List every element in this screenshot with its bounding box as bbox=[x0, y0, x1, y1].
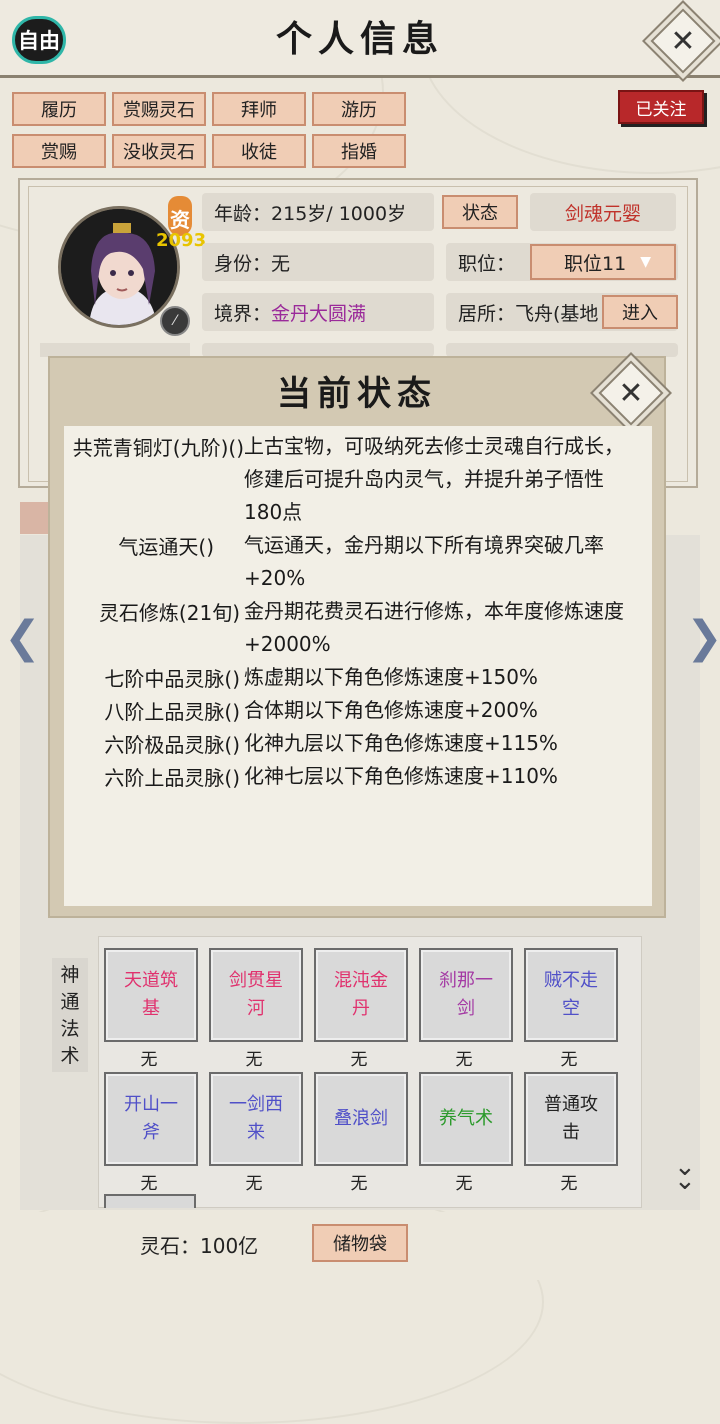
sword-icon[interactable]: ⁄ bbox=[160, 306, 190, 336]
close-icon: ✕ bbox=[670, 23, 696, 59]
status-name: 灵石修炼(21旬) bbox=[98, 601, 240, 625]
storage-bag-button[interactable]: 储物袋 bbox=[312, 1224, 408, 1262]
skill-button[interactable]: 天道筑基 bbox=[104, 948, 198, 1042]
skill-button[interactable]: 贼不走空 bbox=[524, 948, 618, 1042]
chevron-double-down-icon[interactable]: ⌄ ⌄ bbox=[674, 1154, 696, 1194]
identity-label: 身份： bbox=[214, 252, 272, 275]
arrange-marriage-button[interactable]: 指婚 bbox=[312, 134, 406, 168]
status-button[interactable]: 状态 bbox=[442, 195, 518, 229]
modal-title: 当前状态 bbox=[277, 374, 437, 414]
status-desc: 合体期以下角色修炼速度+200% bbox=[244, 698, 538, 722]
status-desc: 气运通天，金丹期以下所有境界突破几率+20% bbox=[244, 533, 604, 590]
status-name: 六阶上品灵脉() bbox=[104, 766, 240, 790]
modal-close-button[interactable]: ✕ bbox=[598, 360, 664, 426]
enter-button[interactable]: 进入 bbox=[602, 295, 678, 329]
chevron-down-icon: ▼ bbox=[640, 254, 651, 270]
hidden-tab[interactable] bbox=[20, 502, 50, 534]
skill-level: 无 bbox=[245, 1174, 263, 1194]
take-disciple-button[interactable]: 收徒 bbox=[212, 134, 306, 168]
skill-level: 无 bbox=[350, 1174, 368, 1194]
status-name: 七阶中品灵脉() bbox=[104, 667, 240, 691]
skill-button[interactable]: 养气术 bbox=[419, 1072, 513, 1166]
skill-button[interactable]: 剑贯星河 bbox=[209, 948, 303, 1042]
status-name: 六阶极品灵脉() bbox=[104, 733, 240, 757]
skill-level: 无 bbox=[140, 1050, 158, 1070]
skill-button[interactable] bbox=[104, 1194, 196, 1208]
skill-level: 无 bbox=[350, 1050, 368, 1070]
realm-label: 境界： bbox=[214, 302, 272, 325]
travel-button[interactable]: 游历 bbox=[312, 92, 406, 126]
identity-value: 无 bbox=[271, 252, 291, 275]
status-desc: 化神九层以下角色修炼速度+115% bbox=[244, 731, 558, 755]
skill-level: 无 bbox=[140, 1174, 158, 1194]
realm-value: 金丹大圆满 bbox=[271, 302, 367, 325]
hidden-field bbox=[40, 343, 190, 357]
confiscate-stones-button[interactable]: 没收灵石 bbox=[112, 134, 206, 168]
status-name: 八阶上品灵脉() bbox=[104, 700, 240, 724]
arrow-right-icon[interactable]: ❯ bbox=[686, 612, 720, 663]
position-value: 职位11 bbox=[564, 252, 627, 275]
skill-button[interactable]: 普通攻击 bbox=[524, 1072, 618, 1166]
status-name: 气运通天() bbox=[118, 535, 214, 559]
aptitude-value: 2093 bbox=[156, 230, 207, 251]
resume-button[interactable]: 履历 bbox=[12, 92, 106, 126]
residence-label: 居所： bbox=[458, 302, 516, 325]
skill-level: 无 bbox=[560, 1050, 578, 1070]
skill-button[interactable]: 开山一斧 bbox=[104, 1072, 198, 1166]
title-badge: 剑魂元婴 bbox=[530, 193, 676, 231]
position-dropdown[interactable]: 职位11 ▼ bbox=[530, 244, 676, 280]
hidden-field bbox=[446, 343, 678, 357]
close-icon: ✕ bbox=[618, 375, 644, 411]
skill-button[interactable]: 叠浪剑 bbox=[314, 1072, 408, 1166]
status-desc: 上古宝物，可吸纳死去修士灵魂自行成长，修建后可提升岛内灵气，并提升弟子悟性180… bbox=[244, 434, 624, 524]
close-button[interactable]: ✕ bbox=[650, 8, 716, 74]
age-label: 年龄： bbox=[214, 202, 272, 225]
residence-value: 飞舟(基地 bbox=[515, 302, 599, 325]
skill-level: 无 bbox=[245, 1050, 263, 1070]
skill-level: 无 bbox=[455, 1050, 473, 1070]
position-label: 职位： bbox=[458, 252, 516, 275]
spirit-stones-count: 灵石：100亿 bbox=[140, 1234, 259, 1258]
reward-button[interactable]: 赏赐 bbox=[12, 134, 106, 168]
skill-level: 无 bbox=[455, 1174, 473, 1194]
follow-button[interactable]: 已关注 bbox=[618, 90, 704, 124]
aptitude-label: 资 bbox=[170, 208, 190, 232]
avatar[interactable] bbox=[58, 206, 180, 328]
age-value: 215岁/ 1000岁 bbox=[271, 202, 407, 225]
arrow-left-icon[interactable]: ❮ bbox=[4, 612, 41, 663]
status-list: 共荒青铜灯(九阶)() 上古宝物，可吸纳死去修士灵魂自行成长，修建后可提升岛内灵… bbox=[64, 426, 652, 906]
skill-button[interactable]: 刹那一剑 bbox=[419, 948, 513, 1042]
status-desc: 化神七层以下角色修炼速度+110% bbox=[244, 764, 558, 788]
skills-section-label: 神通法术 bbox=[52, 958, 88, 1072]
page-title: 个人信息 bbox=[275, 18, 444, 60]
skill-level: 无 bbox=[560, 1174, 578, 1194]
hidden-field bbox=[202, 343, 434, 357]
skill-button[interactable]: 一剑西来 bbox=[209, 1072, 303, 1166]
identity-field: 身份： 无 bbox=[202, 243, 434, 281]
status-desc: 金丹期花费灵石进行修炼，本年度修炼速度+2000% bbox=[244, 599, 624, 656]
status-name: 共荒青铜灯(九阶)() bbox=[72, 436, 244, 460]
skill-button[interactable]: 混沌金丹 bbox=[314, 948, 408, 1042]
status-desc: 炼虚期以下角色修炼速度+150% bbox=[244, 665, 538, 689]
reward-stones-button[interactable]: 赏赐灵石 bbox=[112, 92, 206, 126]
apprentice-button[interactable]: 拜师 bbox=[212, 92, 306, 126]
realm-field: 境界： 金丹大圆满 bbox=[202, 293, 434, 331]
age-field: 年龄： 215岁/ 1000岁 bbox=[202, 193, 434, 231]
